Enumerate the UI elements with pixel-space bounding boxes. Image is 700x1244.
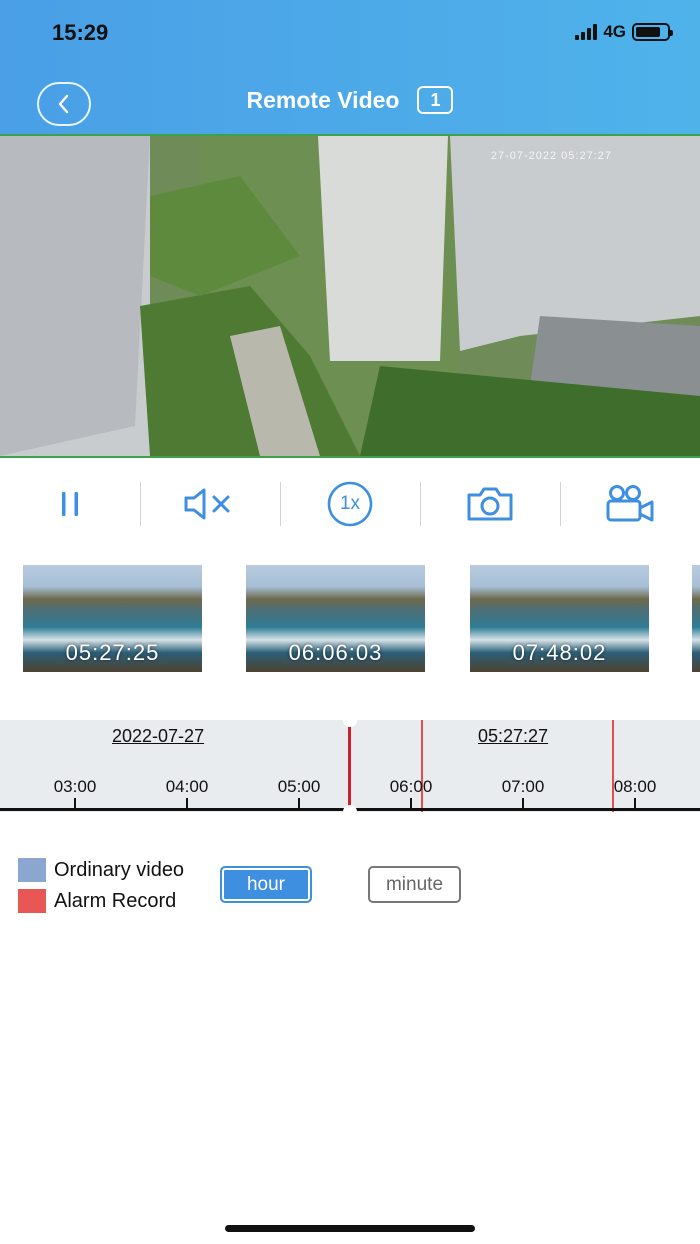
pause-button[interactable] (0, 478, 140, 530)
timeline-current-time: 05:27:27 (478, 726, 549, 746)
pause-icon (62, 492, 78, 516)
title-wrap: Remote Video 1 (0, 86, 700, 114)
thumbnail-item[interactable]: 05:27:25 (23, 565, 202, 672)
minute-button[interactable]: minute (368, 866, 461, 903)
timeline-cursor[interactable] (348, 720, 351, 812)
legend-alarm: Alarm Record (18, 886, 184, 916)
playback-controls: 1x (0, 478, 700, 530)
legend: Ordinary video Alarm Record (18, 855, 184, 917)
status-time: 15:29 (52, 20, 109, 45)
alarm-swatch (18, 889, 46, 913)
timeline-hour-label: 07:00 (501, 777, 545, 796)
thumbnail-time: 05:27:25 (65, 640, 160, 665)
video-timestamp: 27-07-2022 05:27:27 (490, 150, 612, 162)
record-button[interactable] (560, 478, 700, 530)
battery-icon (632, 23, 673, 41)
network-type: 4G (603, 22, 626, 41)
timeline-date: 2022-07-27 (112, 726, 205, 746)
timeline-hour-label: 04:00 (165, 777, 209, 796)
legend-ordinary-label: Ordinary video (54, 858, 185, 881)
signal-icon (575, 24, 598, 40)
speaker-muted-icon (184, 488, 230, 520)
timeline-cursor-bottom (343, 805, 357, 812)
alarm-marker (421, 720, 423, 812)
timeline-hour-label: 03:00 (53, 777, 97, 796)
timeline-hour-label: 05:00 (277, 777, 321, 796)
mute-button[interactable] (140, 478, 280, 530)
hour-button[interactable]: hour (220, 866, 312, 903)
thumbnail-item-partial[interactable] (692, 565, 700, 672)
timeline[interactable]: 2022-07-27 05:27:27 03:00 04:00 05:00 06… (0, 720, 700, 812)
header-bar: 15:29 4G Remote Video 1 (0, 0, 700, 134)
channel-badge[interactable]: 1 (417, 86, 454, 114)
speed-label: 1x (339, 493, 361, 514)
video-player[interactable]: 27-07-2022 05:27:27 (0, 134, 700, 458)
timeline-hour-label: 06:00 (389, 777, 433, 796)
ordinary-swatch (18, 858, 46, 882)
legend-alarm-label: Alarm Record (54, 889, 177, 912)
speed-button[interactable]: 1x (280, 478, 420, 530)
snapshot-button[interactable] (420, 478, 560, 530)
alarm-marker (612, 720, 614, 812)
video-frame (0, 136, 700, 456)
status-indicators: 4G (575, 22, 673, 42)
timeline-cursor-top (343, 720, 357, 727)
thumbnail-time: 06:06:03 (288, 640, 383, 665)
timeline-hour-label: 08:00 (613, 777, 657, 796)
alarm-thumbnail-strip: 05:27:25 06:06:03 07:48:02 (0, 565, 700, 673)
thumbnail-time: 07:48:02 (512, 640, 607, 665)
video-camera-icon (606, 485, 654, 522)
thumbnail-item[interactable]: 07:48:02 (470, 565, 649, 672)
camera-icon (467, 487, 513, 521)
page-title: Remote Video (246, 86, 400, 113)
home-indicator[interactable] (225, 1225, 475, 1232)
thumbnail-item[interactable]: 06:06:03 (246, 565, 425, 672)
legend-ordinary: Ordinary video (18, 855, 184, 885)
